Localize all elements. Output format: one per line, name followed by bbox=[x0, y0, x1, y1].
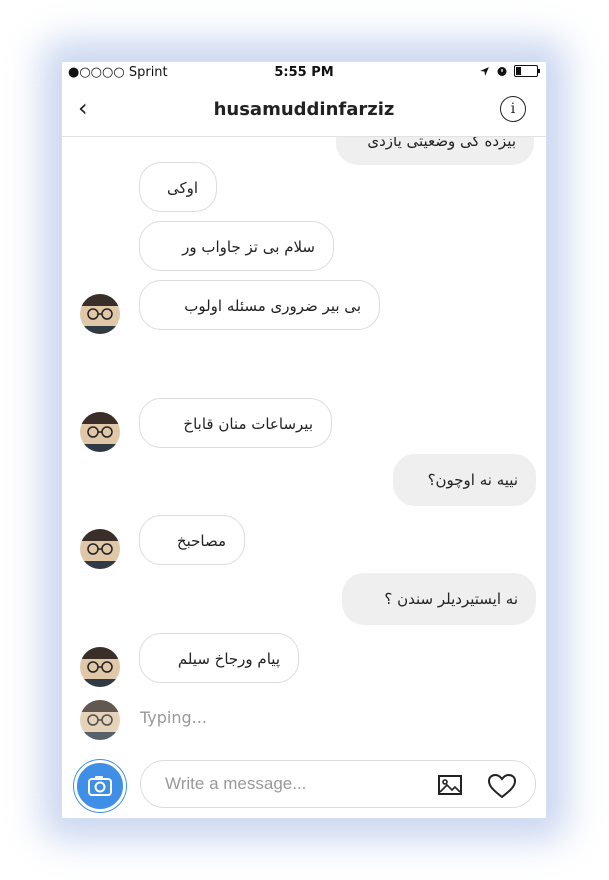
chat-title[interactable]: husamuddinfarziz bbox=[62, 99, 546, 120]
camera-button[interactable] bbox=[74, 760, 126, 812]
message-bubble[interactable]: سلام بی تز جاواب ور bbox=[139, 221, 334, 271]
typing-indicator: Typing... bbox=[140, 708, 207, 727]
message-bubble[interactable]: بی بیر ضروری مسئله اولوب bbox=[139, 280, 380, 330]
message-bubble[interactable]: مصاحبخ bbox=[139, 515, 245, 565]
message-bubble[interactable]: پیام ورجاخ سیلم bbox=[139, 633, 299, 683]
info-icon[interactable]: i bbox=[500, 96, 526, 122]
camera-icon bbox=[88, 776, 112, 796]
message-input[interactable] bbox=[163, 773, 417, 795]
battery-icon bbox=[514, 65, 540, 77]
status-bar: ●○○○○ Sprint 5:55 PM bbox=[62, 62, 546, 84]
alarm-icon bbox=[497, 67, 507, 76]
location-icon bbox=[480, 66, 489, 76]
clock: 5:55 PM bbox=[274, 65, 334, 80]
status-icons bbox=[479, 65, 540, 77]
message-bubble[interactable]: نه ایستیردیلر سندن ؟ bbox=[342, 573, 536, 625]
message-bubble[interactable]: بیرساعات منان قاباخ bbox=[139, 398, 332, 448]
avatar[interactable] bbox=[80, 412, 120, 452]
phone-screen: ●○○○○ Sprint 5:55 PM ‹ husamuddinfarziz … bbox=[62, 62, 546, 818]
message-bubble[interactable]: نییه نه اوچون؟ bbox=[393, 454, 536, 506]
message-composer bbox=[140, 760, 536, 808]
typing-avatar bbox=[80, 700, 120, 740]
message-bubble[interactable]: اوکی bbox=[139, 162, 217, 212]
avatar[interactable] bbox=[80, 294, 120, 334]
avatar[interactable] bbox=[80, 529, 120, 569]
chat-header: ‹ husamuddinfarziz i bbox=[62, 84, 546, 137]
avatar[interactable] bbox=[80, 647, 120, 687]
image-icon[interactable] bbox=[437, 773, 463, 797]
heart-icon[interactable] bbox=[487, 773, 517, 799]
